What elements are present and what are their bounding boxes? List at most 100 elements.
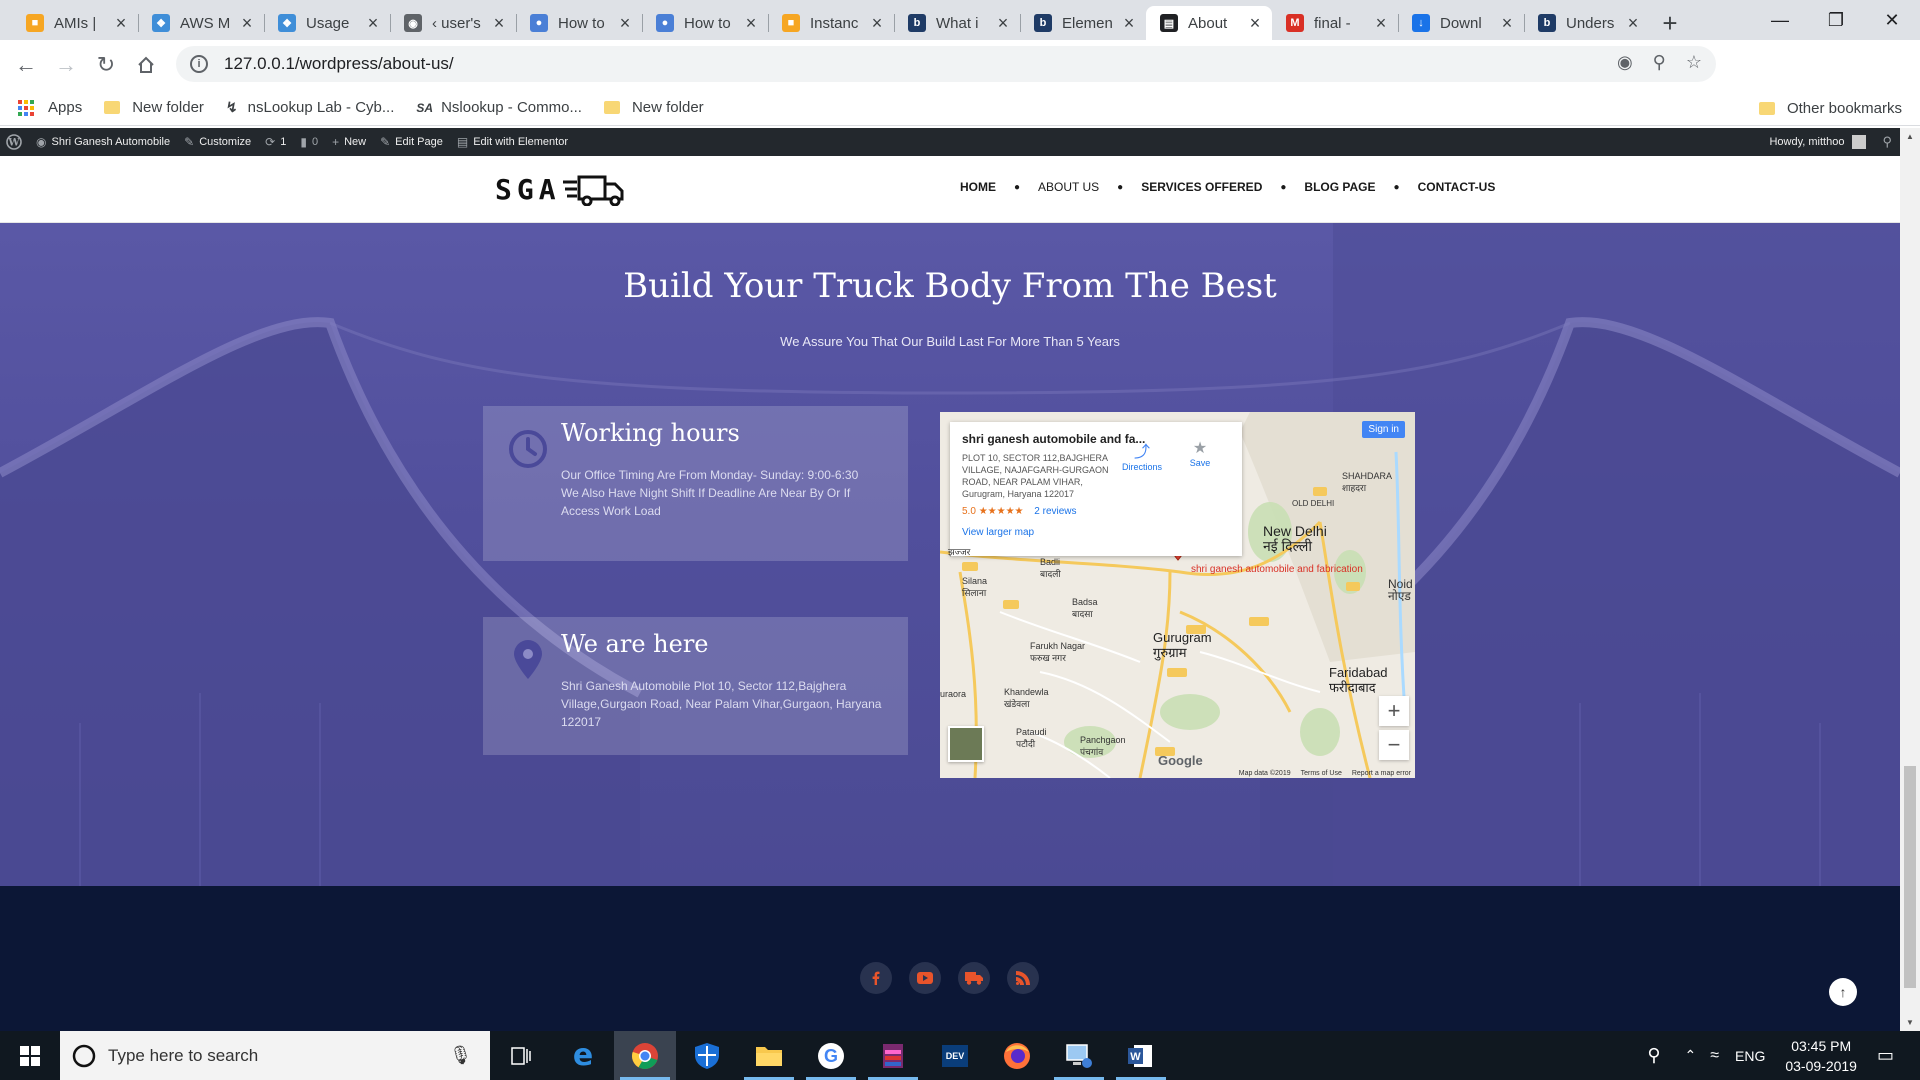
taskbar-winrar[interactable] xyxy=(862,1031,924,1080)
browser-tab[interactable]: ❖ AWS M × xyxy=(138,6,264,40)
bookmark-new-folder-2[interactable]: New folder xyxy=(603,99,704,116)
page-scrollbar[interactable]: ▲ ▼ xyxy=(1900,128,1920,1031)
nav-contact-us[interactable]: CONTACT-US xyxy=(1418,180,1496,194)
start-button[interactable] xyxy=(0,1031,60,1080)
map-reviews-link[interactable]: 2 reviews xyxy=(1034,506,1076,517)
taskbar-edge[interactable]: e xyxy=(552,1031,614,1080)
browser-tab[interactable]: ▤ About × xyxy=(1146,6,1272,40)
url-text[interactable]: 127.0.0.1/wordpress/about-us/ xyxy=(224,54,454,74)
minimize-button[interactable]: — xyxy=(1752,0,1808,40)
embedded-map[interactable]: shri ganesh automobile and fa... PLOT 10… xyxy=(940,412,1415,778)
reload-button[interactable]: ↻ xyxy=(86,45,126,85)
back-to-top-button[interactable]: ↑ xyxy=(1829,978,1857,1006)
other-bookmarks[interactable]: Other bookmarks xyxy=(1758,90,1902,126)
close-tab-icon[interactable]: × xyxy=(1372,13,1390,34)
browser-tab[interactable]: b What i × xyxy=(894,6,1020,40)
bookmark-apps[interactable]: Apps xyxy=(18,99,82,116)
close-tab-icon[interactable]: × xyxy=(742,13,760,34)
bookmark-new-folder-1[interactable]: New folder xyxy=(104,99,204,116)
browser-tab[interactable]: ● How to × xyxy=(516,6,642,40)
browser-tab[interactable]: ◉ ‹ user's × xyxy=(390,6,516,40)
back-button[interactable]: ← xyxy=(6,45,46,85)
taskbar-clock[interactable]: 03:45 PM 03-09-2019 xyxy=(1785,1036,1857,1076)
home-button[interactable] xyxy=(126,45,166,85)
map-sign-in-button[interactable]: Sign in xyxy=(1362,421,1405,438)
scroll-up-arrow-icon[interactable]: ▲ xyxy=(1900,128,1920,145)
taskbar-file-explorer[interactable] xyxy=(738,1031,800,1080)
map-zoom-in-button[interactable]: + xyxy=(1379,696,1409,726)
taskbar-dev[interactable]: DEV xyxy=(924,1031,986,1080)
people-icon[interactable]: ⚲ xyxy=(1647,1045,1660,1066)
close-tab-icon[interactable]: × xyxy=(1246,13,1264,34)
browser-tab[interactable]: ● How to × xyxy=(642,6,768,40)
input-language[interactable]: ENG xyxy=(1735,1048,1765,1064)
browser-tab[interactable]: Mfinal - × xyxy=(1272,6,1398,40)
view-larger-map-link[interactable]: View larger map xyxy=(962,527,1230,538)
close-tab-icon[interactable]: × xyxy=(994,13,1012,34)
taskbar-word[interactable]: W xyxy=(1110,1031,1172,1080)
forward-button[interactable]: → xyxy=(46,45,86,85)
admin-avatar[interactable] xyxy=(1852,135,1867,149)
task-view-button[interactable] xyxy=(490,1031,552,1080)
close-tab-icon[interactable]: × xyxy=(112,13,130,34)
map-terms-link[interactable]: Terms of Use xyxy=(1301,770,1342,777)
map-satellite-toggle[interactable] xyxy=(948,726,984,762)
close-tab-icon[interactable]: × xyxy=(238,13,256,34)
taskbar-search-box[interactable]: Type here to search 🎙 xyxy=(60,1031,490,1080)
my-account-menu[interactable]: Howdy, mitthoo xyxy=(1769,136,1844,148)
browser-tab[interactable]: b Elemen × xyxy=(1020,6,1146,40)
site-logo[interactable]: SGA xyxy=(495,172,627,206)
wifi-icon[interactable]: ≈ xyxy=(1710,1047,1719,1065)
browser-tab[interactable]: b Unders × xyxy=(1524,6,1650,40)
bookmark-nslookup-commo[interactable]: SA Nslookup - Commo... xyxy=(416,99,582,116)
scroll-down-arrow-icon[interactable]: ▼ xyxy=(1900,1014,1920,1031)
blocked-content-icon[interactable]: ◉ xyxy=(1617,52,1633,73)
close-tab-icon[interactable]: × xyxy=(616,13,634,34)
browser-tab[interactable]: ■ Instanc × xyxy=(768,6,894,40)
browser-tab[interactable]: ■ AMIs | × xyxy=(12,6,138,40)
taskbar-google[interactable]: G xyxy=(800,1031,862,1080)
updates-link[interactable]: ⟳ 1 xyxy=(265,135,286,149)
zoom-icon[interactable]: ⚲ xyxy=(1653,52,1666,73)
wp-logo-menu[interactable]: W xyxy=(6,134,22,150)
scrollbar-thumb[interactable] xyxy=(1904,766,1916,988)
site-info-icon[interactable]: i xyxy=(190,55,208,73)
edit-page-link[interactable]: ✎ Edit Page xyxy=(380,135,443,149)
close-window-button[interactable]: ✕ xyxy=(1864,0,1920,40)
youtube-link[interactable] xyxy=(909,962,941,994)
rss-link[interactable] xyxy=(1007,962,1039,994)
bookmark-nslookup-lab[interactable]: ↯ nsLookup Lab - Cyb... xyxy=(226,99,395,116)
taskbar-security[interactable] xyxy=(676,1031,738,1080)
comments-link[interactable]: ▮ 0 xyxy=(300,135,318,149)
browser-tab[interactable]: ↓ Downl × xyxy=(1398,6,1524,40)
taskbar-firefox[interactable] xyxy=(986,1031,1048,1080)
edit-with-elementor-link[interactable]: ▤ Edit with Elementor xyxy=(457,135,568,149)
nav-blog-page[interactable]: BLOG PAGE xyxy=(1304,180,1375,194)
taskbar-chrome[interactable] xyxy=(614,1031,676,1080)
map-report-error-link[interactable]: Report a map error xyxy=(1352,770,1411,777)
close-tab-icon[interactable]: × xyxy=(1498,13,1516,34)
close-tab-icon[interactable]: × xyxy=(490,13,508,34)
nav-home[interactable]: HOME xyxy=(960,180,996,194)
admin-search-icon[interactable]: ⚲ xyxy=(1882,134,1892,150)
truck-link[interactable] xyxy=(958,962,990,994)
map-save-button[interactable]: ★ Save xyxy=(1176,438,1224,468)
close-tab-icon[interactable]: × xyxy=(364,13,382,34)
taskbar-network-tool[interactable] xyxy=(1048,1031,1110,1080)
site-name-menu[interactable]: ◉ Shri Ganesh Automobile xyxy=(36,135,170,149)
map-zoom-out-button[interactable]: − xyxy=(1379,730,1409,760)
new-content-menu[interactable]: + New xyxy=(332,135,366,149)
action-center-icon[interactable]: ▭ xyxy=(1877,1045,1894,1066)
microphone-icon[interactable]: 🎙 xyxy=(449,1045,472,1066)
facebook-link[interactable] xyxy=(860,962,892,994)
maximize-button[interactable]: ❐ xyxy=(1808,0,1864,40)
show-hidden-icons-button[interactable]: ⌃ xyxy=(1685,1047,1697,1064)
address-bar[interactable]: i 127.0.0.1/wordpress/about-us/ ◉ ⚲ ☆ xyxy=(176,46,1716,82)
close-tab-icon[interactable]: × xyxy=(1624,13,1642,34)
customize-link[interactable]: ✎ Customize xyxy=(184,135,251,149)
nav-services-offered[interactable]: SERVICES OFFERED xyxy=(1141,180,1262,194)
new-tab-button[interactable]: + xyxy=(1650,6,1690,40)
nav-about-us[interactable]: ABOUT US xyxy=(1038,180,1099,194)
bookmark-star-icon[interactable]: ☆ xyxy=(1686,52,1702,73)
close-tab-icon[interactable]: × xyxy=(1120,13,1138,34)
